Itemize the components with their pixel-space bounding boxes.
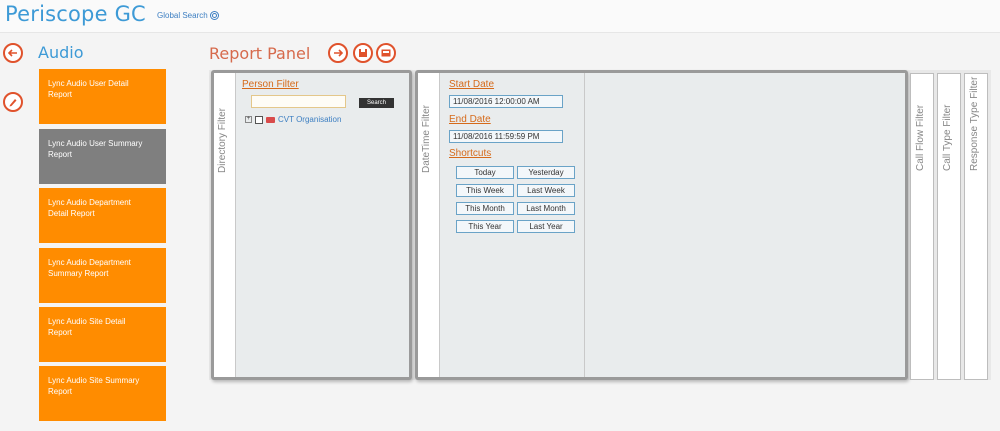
report-tile-user-detail[interactable]: Lync Audio User Detail Report: [39, 69, 166, 124]
panel-title: Report Panel: [209, 44, 311, 63]
export-icon: [381, 49, 391, 57]
directory-filter-tab-label[interactable]: Directory Filter: [217, 108, 228, 173]
shortcut-this-month-button[interactable]: This Month: [456, 202, 514, 215]
datetime-filter-content: Start Date 11/08/2016 12:00:00 AM End Da…: [440, 73, 585, 377]
call-flow-filter-tab[interactable]: Call Flow Filter: [910, 73, 934, 380]
tree-node-label[interactable]: CVT Organisation: [278, 115, 341, 124]
shortcut-this-week-button[interactable]: This Week: [456, 184, 514, 197]
shortcut-this-year-button[interactable]: This Year: [456, 220, 514, 233]
shortcut-last-month-button[interactable]: Last Month: [517, 202, 575, 215]
app-title: Periscope GC: [5, 2, 146, 26]
shortcut-today-button[interactable]: Today: [456, 166, 514, 179]
report-tile-label: Lync Audio Department: [48, 198, 131, 207]
report-tile-site-summary[interactable]: Lync Audio Site Summary Report: [39, 366, 166, 421]
call-flow-filter-label[interactable]: Call Flow Filter: [915, 105, 926, 171]
report-tile-label: Report: [48, 328, 73, 337]
global-search-link[interactable]: Global Search: [157, 11, 219, 20]
directory-filter-content: Person Filter Search + CVT Organisation: [236, 73, 409, 377]
arrow-left-icon: [7, 49, 17, 57]
datetime-empty-area: [585, 73, 905, 377]
end-date-input[interactable]: 11/08/2016 11:59:59 PM: [449, 130, 563, 143]
folder-icon: [266, 116, 275, 123]
section-title: Audio: [38, 43, 84, 62]
global-search-label[interactable]: Global Search: [157, 11, 208, 20]
report-tile-department-summary[interactable]: Lync Audio Department Summary Report: [39, 248, 166, 303]
shortcut-yesterday-button[interactable]: Yesterday: [517, 166, 575, 179]
report-tile-label: Lync Audio User Detail: [48, 79, 129, 88]
report-tile-label: Report: [48, 387, 73, 396]
shortcuts-link[interactable]: Shortcuts: [449, 148, 491, 159]
save-button[interactable]: [353, 43, 373, 63]
datetime-filter-tab-label[interactable]: DateTime Filter: [421, 105, 432, 173]
directory-filter-panel: Directory Filter Person Filter Search + …: [211, 70, 412, 380]
report-tile-site-detail[interactable]: Lync Audio Site Detail Report: [39, 307, 166, 362]
report-tile-label: Summary Report: [48, 269, 109, 278]
search-icon[interactable]: [209, 11, 219, 20]
export-button[interactable]: [376, 43, 396, 63]
person-filter-link[interactable]: Person Filter: [242, 79, 299, 90]
report-tile-label: Lync Audio Site Detail: [48, 317, 126, 326]
arrow-right-icon: [334, 49, 344, 57]
edit-button[interactable]: [3, 92, 23, 112]
tree-checkbox[interactable]: [255, 115, 263, 124]
directory-filter-tab[interactable]: Directory Filter: [214, 73, 236, 377]
report-tile-label: Lync Audio Site Summary: [48, 376, 140, 385]
save-icon: [359, 49, 367, 57]
end-date-link[interactable]: End Date: [449, 114, 491, 125]
report-tile-user-summary[interactable]: Lync Audio User Summary Report: [39, 129, 166, 184]
report-tile-label: Lync Audio User Summary: [48, 139, 143, 148]
datetime-filter-panel: DateTime Filter Start Date 11/08/2016 12…: [415, 70, 908, 380]
expand-icon[interactable]: +: [245, 116, 252, 123]
report-tile-label: Detail Report: [48, 209, 95, 218]
report-tile-label: Report: [48, 150, 73, 159]
back-button[interactable]: [3, 43, 23, 63]
org-tree: + CVT Organisation: [245, 115, 341, 124]
response-type-filter-label[interactable]: Response Type Filter: [969, 77, 980, 171]
top-bar: Periscope GC Global Search: [0, 0, 1000, 33]
call-type-filter-tab[interactable]: Call Type Filter: [937, 73, 961, 380]
search-button[interactable]: Search: [359, 98, 394, 108]
report-tile-label: Lync Audio Department: [48, 258, 131, 267]
start-date-link[interactable]: Start Date: [449, 79, 494, 90]
run-report-button[interactable]: [328, 43, 348, 63]
report-tile-label: Report: [48, 90, 73, 99]
shortcut-last-year-button[interactable]: Last Year: [517, 220, 575, 233]
person-search-input[interactable]: [251, 95, 346, 108]
pencil-icon: [9, 99, 17, 107]
datetime-filter-tab[interactable]: DateTime Filter: [418, 73, 440, 377]
report-tile-department-detail[interactable]: Lync Audio Department Detail Report: [39, 188, 166, 243]
start-date-input[interactable]: 11/08/2016 12:00:00 AM: [449, 95, 563, 108]
shortcut-last-week-button[interactable]: Last Week: [517, 184, 575, 197]
call-type-filter-label[interactable]: Call Type Filter: [942, 104, 953, 171]
response-type-filter-tab[interactable]: Response Type Filter: [964, 73, 988, 380]
